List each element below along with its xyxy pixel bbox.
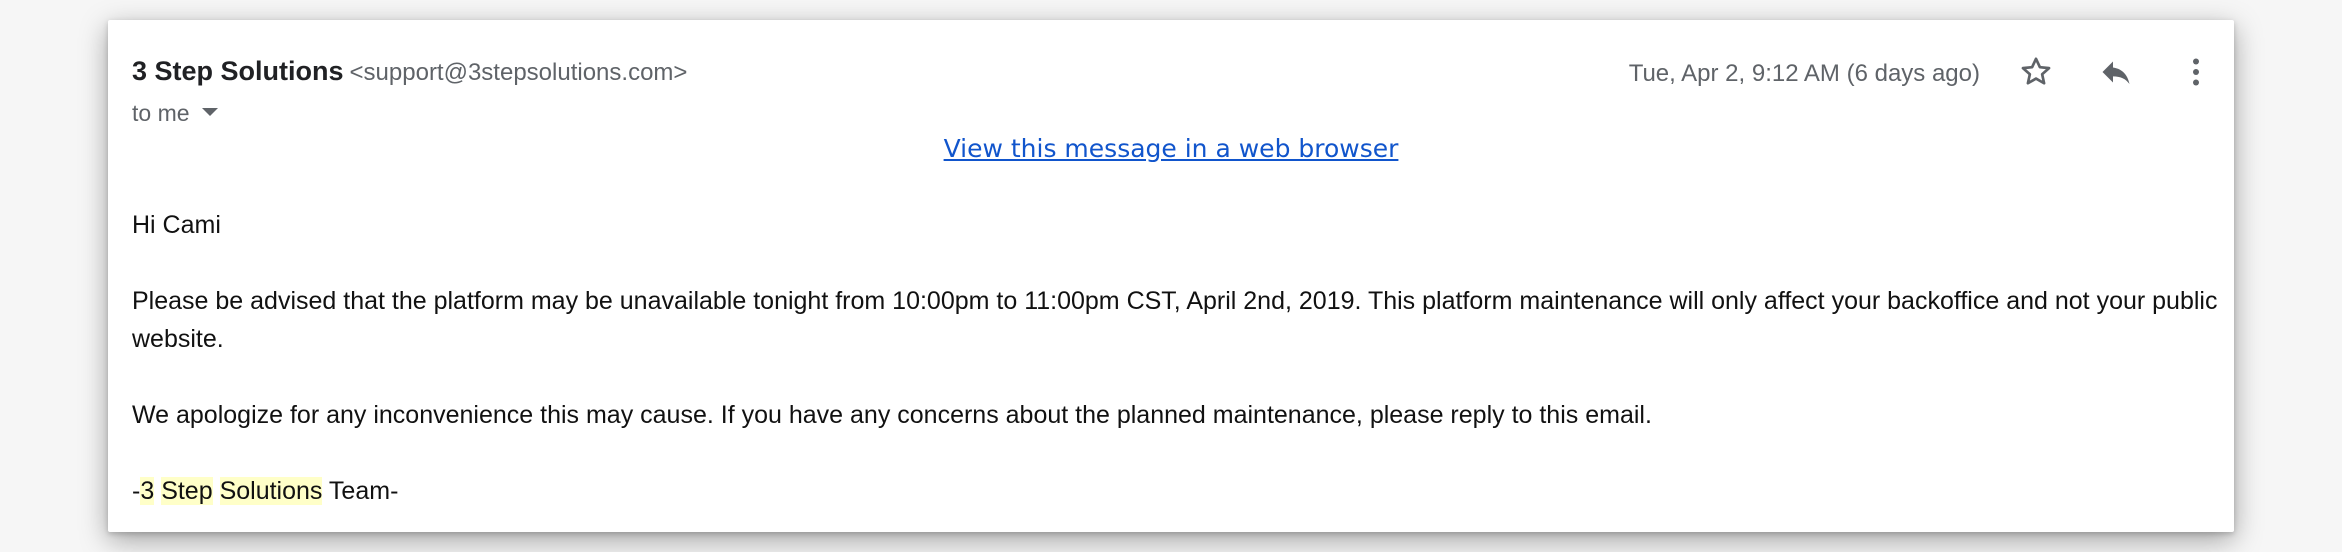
reply-button[interactable] — [2094, 50, 2138, 94]
reply-icon — [2102, 61, 2130, 84]
sender-email: <support@3stepsolutions.com> — [349, 59, 688, 86]
star-outline-icon — [2021, 57, 2051, 85]
body-paragraph-2: We apologize for any inconvenience this … — [132, 401, 1652, 429]
more-options-button[interactable] — [2174, 50, 2218, 94]
body-paragraph-1: Please be advised that the platform may … — [132, 287, 2218, 353]
message-date: Tue, Apr 2, 9:12 AM (6 days ago) — [1628, 60, 1980, 87]
sender-name[interactable]: 3 Step Solutions — [132, 56, 344, 86]
signature: -3 Step Solutions Team- — [132, 472, 2210, 510]
highlighted-word: Step — [161, 477, 213, 505]
star-button[interactable] — [2014, 50, 2058, 94]
email-message-card: 3 Step Solutions <support@3stepsolutions.… — [108, 20, 2234, 532]
sender-line: 3 Step Solutions <support@3stepsolutions.… — [132, 56, 687, 87]
caret-down-icon[interactable] — [201, 107, 218, 116]
recipient-label: to me — [132, 100, 190, 126]
email-body: View this message in a web browser Hi Ca… — [132, 130, 2217, 510]
email-header: 3 Step Solutions <support@3stepsolutions.… — [132, 38, 2210, 126]
view-in-browser-link[interactable]: View this message in a web browser — [132, 130, 2210, 168]
highlighted-word: Solutions — [219, 477, 323, 505]
signature-suffix: Team- — [322, 477, 399, 505]
greeting: Hi Cami — [132, 211, 221, 239]
recipient-details-toggle[interactable]: to me — [132, 100, 218, 127]
highlighted-word: 3 — [140, 477, 155, 505]
more-vertical-icon — [2193, 58, 2199, 86]
